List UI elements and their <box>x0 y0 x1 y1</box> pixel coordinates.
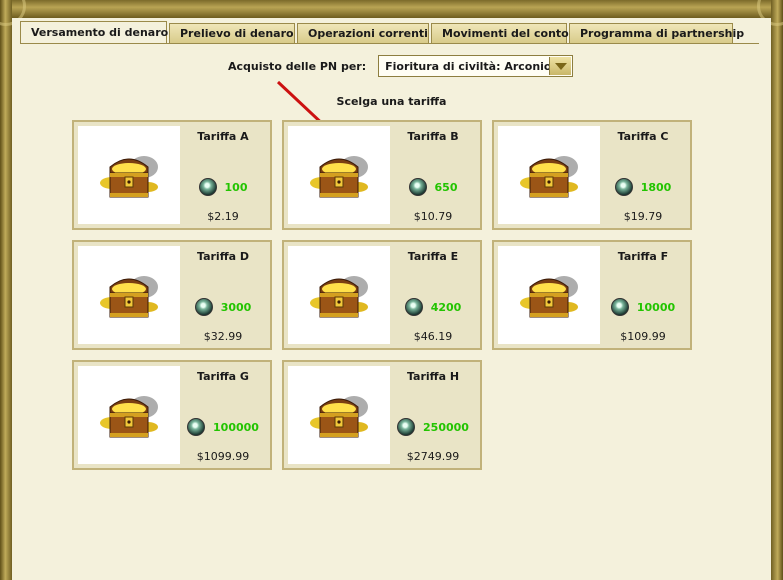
treasure-chest-icon <box>288 246 390 344</box>
tariff-points: 10000 <box>636 300 676 314</box>
tariff-card-body: Tariffa G 100000 $1099.99 <box>78 366 266 464</box>
gem-icon <box>408 178 427 196</box>
tariff-price: $32.99 <box>203 330 243 343</box>
tab-divider <box>20 43 759 44</box>
tariff-price: $2.19 <box>207 210 239 223</box>
tariff-info: Tariffa F 10000 $109.99 <box>600 246 686 344</box>
gem-icon <box>194 298 213 316</box>
main-content: Versamento di denaro Prelievo di denaro … <box>12 18 771 580</box>
tariff-points-row: 250000 <box>397 410 469 444</box>
tariff-title: Tariffa A <box>197 130 249 143</box>
tariff-card[interactable]: Tariffa E 4200 $46.19 <box>282 240 482 350</box>
tariff-points-row: 4200 <box>404 290 462 324</box>
tab-versamento[interactable]: Versamento di denaro <box>20 21 168 44</box>
tariff-points-row: 100000 <box>187 410 259 444</box>
tariff-points-row: 100 <box>198 170 248 204</box>
gem-icon <box>614 178 633 196</box>
gem-icon <box>404 298 423 316</box>
tariff-price: $109.99 <box>620 330 666 343</box>
tariff-points: 650 <box>434 180 458 194</box>
treasure-chest-icon <box>288 126 390 224</box>
server-select[interactable]: Fioritura di civiltà: Arconio <box>378 55 574 77</box>
treasure-chest-icon <box>78 126 180 224</box>
selector-label: Acquisto delle PN per: <box>228 59 367 73</box>
tariff-info: Tariffa H 250000 $2749.99 <box>390 366 476 464</box>
window-frame-left <box>0 0 12 580</box>
tab-partnership[interactable]: Programma di partnership <box>569 23 744 43</box>
tariff-card[interactable]: Tariffa G 100000 $1099.99 <box>72 360 272 470</box>
tariff-card-body: Tariffa E 4200 $46.19 <box>288 246 476 344</box>
gem-icon <box>187 418 206 436</box>
window-frame-right <box>771 0 783 580</box>
treasure-chest-icon <box>498 246 600 344</box>
tariff-price: $1099.99 <box>196 450 250 463</box>
tariff-title: Tariffa F <box>617 250 669 263</box>
tariff-title: Tariffa H <box>406 370 460 383</box>
tab-movimenti[interactable]: Movimenti del conto <box>431 23 569 43</box>
tariff-price: $19.79 <box>623 210 663 223</box>
tariff-info: Tariffa D 3000 $32.99 <box>180 246 266 344</box>
tariff-info: Tariffa E 4200 $46.19 <box>390 246 476 344</box>
tab-operazioni[interactable]: Operazioni correnti <box>297 23 429 43</box>
tariff-info: Tariffa B 650 $10.79 <box>390 126 476 224</box>
treasure-chest-icon <box>288 366 390 464</box>
tariff-points-row: 10000 <box>610 290 676 324</box>
chevron-down-icon[interactable] <box>549 57 572 75</box>
window-frame-top <box>0 0 783 18</box>
server-selector-row: Acquisto delle PN per: Fioritura di civi… <box>228 55 574 77</box>
tariff-points: 4200 <box>430 300 462 314</box>
tariff-info: Tariffa C 1800 $19.79 <box>600 126 686 224</box>
tariff-card-body: Tariffa H 250000 $2749.99 <box>288 366 476 464</box>
tariff-title: Tariffa G <box>197 370 249 383</box>
tariff-points: 3000 <box>220 300 252 314</box>
tariff-points-row: 3000 <box>194 290 252 324</box>
tariff-title: Tariffa D <box>197 250 249 263</box>
tariff-card-body: Tariffa D 3000 $32.99 <box>78 246 266 344</box>
tariff-card[interactable]: Tariffa D 3000 $32.99 <box>72 240 272 350</box>
tariff-title: Tariffa E <box>407 250 459 263</box>
tariff-title: Tariffa B <box>407 130 459 143</box>
gem-icon <box>198 178 217 196</box>
treasure-chest-icon <box>78 246 180 344</box>
tariff-points-row: 650 <box>408 170 458 204</box>
tariff-card-body: Tariffa C 1800 $19.79 <box>498 126 686 224</box>
tab-bar: Versamento di denaro Prelievo di denaro … <box>20 21 744 44</box>
tab-prelievo[interactable]: Prelievo di denaro <box>169 23 295 43</box>
gem-icon <box>397 418 416 436</box>
tariff-grid: Tariffa A 100 $2.19 Tariffa B 650 $10.79 Tar… <box>72 120 694 470</box>
tariff-title: Tariffa C <box>617 130 669 143</box>
tariff-info: Tariffa G 100000 $1099.99 <box>180 366 266 464</box>
tariff-card[interactable]: Tariffa A 100 $2.19 <box>72 120 272 230</box>
tariff-card[interactable]: Tariffa B 650 $10.79 <box>282 120 482 230</box>
tariff-price: $46.19 <box>413 330 453 343</box>
tariff-price: $10.79 <box>413 210 453 223</box>
tariff-price: $2749.99 <box>406 450 460 463</box>
tariff-points: 100000 <box>213 420 259 434</box>
tariff-card[interactable]: Tariffa C 1800 $19.79 <box>492 120 692 230</box>
tariff-points-row: 1800 <box>614 170 672 204</box>
tariff-info: Tariffa A 100 $2.19 <box>180 126 266 224</box>
section-subtitle: Scelga una tariffa <box>336 95 447 108</box>
server-select-value: Fioritura di civiltà: Arconio <box>385 59 552 73</box>
tariff-card[interactable]: Tariffa H 250000 $2749.99 <box>282 360 482 470</box>
tariff-points: 100 <box>224 180 248 194</box>
tariff-points: 1800 <box>640 180 672 194</box>
gem-icon <box>610 298 629 316</box>
treasure-chest-icon <box>78 366 180 464</box>
tariff-card-body: Tariffa B 650 $10.79 <box>288 126 476 224</box>
tariff-card-body: Tariffa F 10000 $109.99 <box>498 246 686 344</box>
tariff-card-body: Tariffa A 100 $2.19 <box>78 126 266 224</box>
tariff-points: 250000 <box>423 420 469 434</box>
tariff-card[interactable]: Tariffa F 10000 $109.99 <box>492 240 692 350</box>
treasure-chest-icon <box>498 126 600 224</box>
